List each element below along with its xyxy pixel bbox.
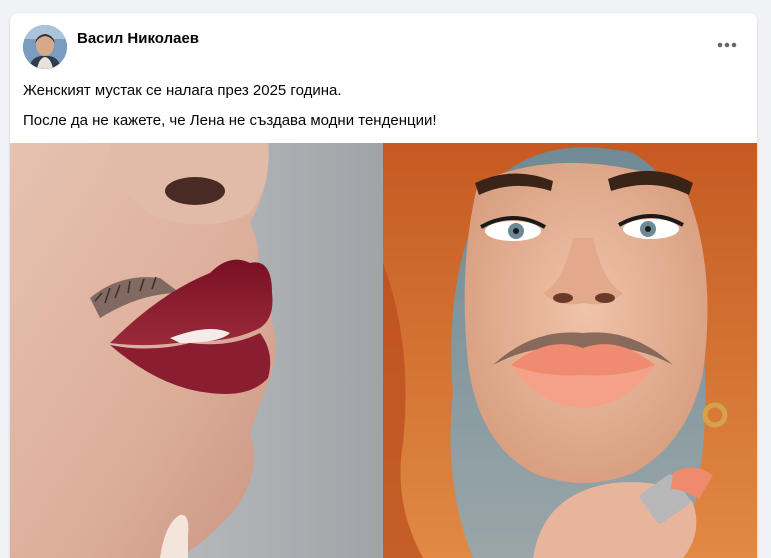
profile-photo-icon: [23, 25, 67, 69]
author-name[interactable]: Васил Николаев: [77, 30, 199, 47]
woman-moustache-photo: [383, 143, 757, 558]
more-options-button[interactable]: [709, 31, 745, 59]
post-card: Васил Николаев Женският мустак се налага…: [10, 13, 757, 558]
more-horizontal-icon: [717, 42, 737, 48]
post-image-left[interactable]: [10, 143, 383, 558]
post-media[interactable]: [10, 143, 757, 558]
post-text-line-2: После да не кажете, че Лена не създава м…: [23, 112, 437, 129]
author-avatar[interactable]: [23, 25, 67, 69]
lips-moustache-photo: [10, 143, 383, 558]
post-image-right[interactable]: [383, 143, 757, 558]
post-text-line-1: Женският мустак се налага през 2025 годи…: [23, 82, 342, 99]
